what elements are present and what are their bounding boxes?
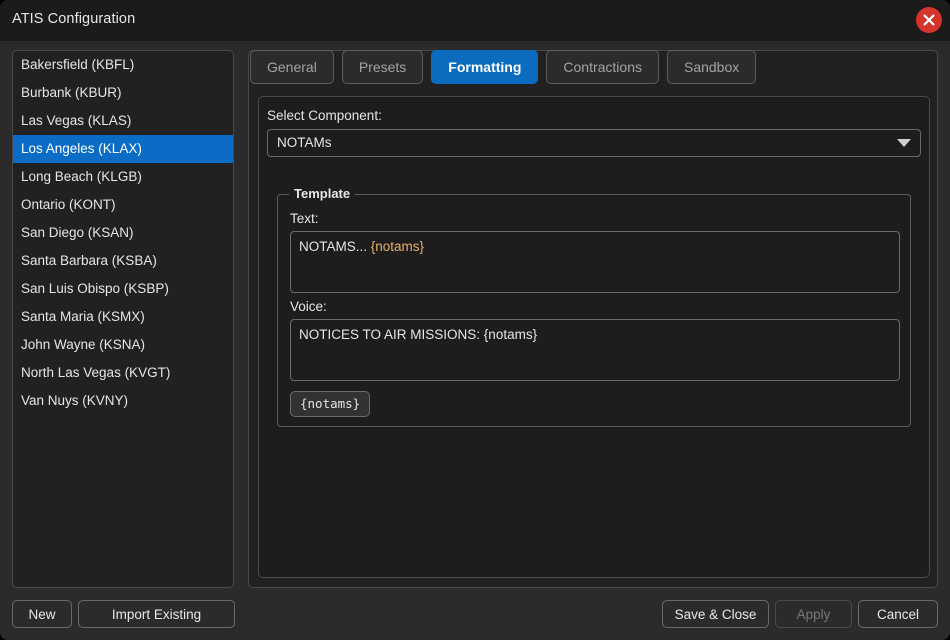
station-list-item[interactable]: Santa Maria (KSMX) [13,303,233,331]
voice-field-label: Voice: [290,299,327,314]
tab-formatting[interactable]: Formatting [431,50,538,84]
station-list-item[interactable]: Long Beach (KLGB) [13,163,233,191]
tab-sandbox[interactable]: Sandbox [667,50,756,84]
component-select-dropdown[interactable]: NOTAMs [267,129,921,157]
window-title: ATIS Configuration [12,11,135,27]
station-list-item[interactable]: Los Angeles (KLAX) [13,135,233,163]
station-list: Bakersfield (KBFL)Burbank (KBUR)Las Vega… [13,51,233,415]
station-list-item[interactable]: Burbank (KBUR) [13,79,233,107]
text-template-prefix: NOTAMS... [299,239,371,254]
station-list-item[interactable]: John Wayne (KSNA) [13,331,233,359]
save-and-close-button[interactable]: Save & Close [662,600,769,628]
station-list-item[interactable]: Santa Barbara (KSBA) [13,247,233,275]
station-list-item[interactable]: San Diego (KSAN) [13,219,233,247]
tab-presets[interactable]: Presets [342,50,423,84]
text-field-label: Text: [290,211,319,226]
station-list-item[interactable]: Van Nuys (KVNY) [13,387,233,415]
apply-button: Apply [775,600,852,628]
station-list-item[interactable]: Las Vegas (KLAS) [13,107,233,135]
formatting-panel: Select Component: NOTAMs Template Text: … [258,96,930,578]
close-icon [916,7,942,33]
tab-bar: GeneralPresetsFormattingContractionsSand… [250,50,756,84]
import-existing-button[interactable]: Import Existing [78,600,235,628]
variable-chip-notams[interactable]: {notams} [290,391,370,417]
station-list-item[interactable]: San Luis Obispo (KSBP) [13,275,233,303]
station-list-item[interactable]: Ontario (KONT) [13,191,233,219]
station-list-panel[interactable]: Bakersfield (KBFL)Burbank (KBUR)Las Vega… [12,50,234,588]
cancel-button[interactable]: Cancel [858,600,938,628]
text-template-input[interactable]: NOTAMS... {notams} [290,231,900,293]
close-window-button[interactable] [916,7,942,33]
tab-general[interactable]: General [250,50,334,84]
new-button[interactable]: New [12,600,72,628]
atis-configuration-window: ATIS Configuration Bakersfield (KBFL)Bur… [0,0,950,640]
window-titlebar: ATIS Configuration [0,0,950,41]
text-template-token: {notams} [371,239,424,254]
station-list-item[interactable]: North Las Vegas (KVGT) [13,359,233,387]
voice-template-prefix: NOTICES TO AIR MISSIONS: [299,327,484,342]
voice-template-input[interactable]: NOTICES TO AIR MISSIONS: {notams} [290,319,900,381]
component-select-value: NOTAMs [277,130,332,156]
template-group-legend: Template [289,186,355,201]
voice-template-token: {notams} [484,327,537,342]
template-group-box: Template Text: NOTAMS... {notams} Voice:… [277,194,911,427]
select-component-label: Select Component: [267,108,382,123]
station-list-item[interactable]: Bakersfield (KBFL) [13,51,233,79]
tab-contractions[interactable]: Contractions [546,50,659,84]
chevron-down-icon [897,139,911,147]
